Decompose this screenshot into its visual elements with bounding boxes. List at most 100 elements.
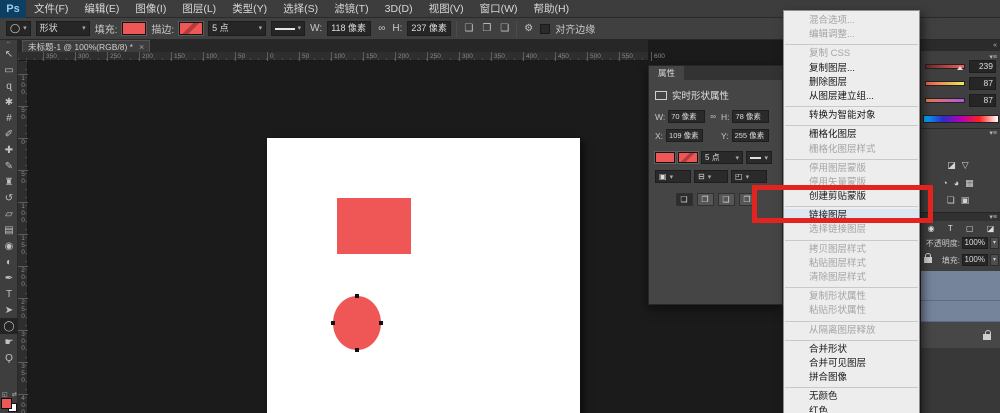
menu-filter[interactable]: 滤镜(T): [326, 0, 376, 18]
prop-stroke-width-select[interactable]: 5 点 ▾: [701, 151, 743, 164]
path-operations-icon[interactable]: ❏: [462, 23, 475, 34]
chevron-down-icon[interactable]: ▾: [990, 254, 999, 266]
blur-tool[interactable]: ◉: [0, 238, 18, 254]
menu-item-flatten-image[interactable]: 拼合图像: [784, 371, 919, 385]
align-edges-checkbox[interactable]: [540, 24, 550, 34]
type-tool-tool[interactable]: T: [0, 286, 18, 302]
layer-fill-field[interactable]: 100%: [962, 254, 988, 266]
exposure-icon[interactable]: ◔: [942, 178, 953, 188]
zoom-tool[interactable]: Ϙ: [0, 350, 18, 366]
anchor-left[interactable]: [331, 321, 335, 325]
menu-type[interactable]: 类型(Y): [224, 0, 275, 18]
menu-item-merge-shapes[interactable]: 合并形状: [784, 343, 919, 357]
red-rectangle-shape[interactable]: [337, 198, 411, 254]
link-wh-icon[interactable]: ∞: [708, 112, 718, 121]
green-value-field[interactable]: 87: [969, 77, 996, 90]
stroke-align-select[interactable]: ▣ ▾: [655, 170, 691, 183]
layer-row-ellipse-selected[interactable]: [921, 271, 1000, 301]
eraser-tool[interactable]: ▱: [0, 206, 18, 222]
menu-image[interactable]: 图像(I): [127, 0, 174, 18]
swap-colors-icon[interactable]: ⇄: [12, 392, 17, 398]
menu-3d[interactable]: 3D(D): [377, 0, 421, 18]
stroke-style-select[interactable]: ▾: [271, 21, 305, 36]
slider-handle[interactable]: [957, 66, 963, 70]
prop-stroke-style-select[interactable]: ▾: [746, 151, 772, 164]
channel-mixer-icon[interactable]: ▦: [965, 178, 980, 188]
prop-x-field[interactable]: 109 像素: [666, 129, 703, 142]
blue-slider[interactable]: [925, 98, 965, 103]
document-tab[interactable]: 未标题-1 @ 100%(RGB/8) * ×: [22, 40, 150, 52]
prop-w-field[interactable]: 70 像素: [668, 110, 705, 123]
close-icon[interactable]: ×: [139, 42, 144, 52]
menu-item-rasterize-layer[interactable]: 栅格化图层: [784, 128, 919, 142]
posterize-icon[interactable]: ❏: [947, 195, 961, 205]
pathfinder-subtract-button[interactable]: ❐: [697, 193, 714, 206]
anchor-bottom[interactable]: [355, 348, 359, 352]
quick-selection-tool[interactable]: ✱: [0, 94, 18, 110]
pathfinder-intersect-button[interactable]: ❑: [718, 193, 735, 206]
mask-icon[interactable]: ◪: [947, 160, 962, 170]
menu-item-convert-to-smart-object[interactable]: 转换为智能对象: [784, 109, 919, 123]
ellipse-tool[interactable]: ◯: [0, 318, 18, 334]
red-value-field[interactable]: 239: [969, 60, 996, 73]
red-slider[interactable]: [925, 64, 965, 69]
spot-healing-tool[interactable]: ✚: [0, 142, 18, 158]
foreground-color-swatch[interactable]: [1, 398, 12, 409]
path-alignment-icon[interactable]: ❐: [480, 23, 493, 34]
color-spectrum-ramp[interactable]: [923, 115, 999, 123]
menu-edit[interactable]: 编辑(E): [76, 0, 127, 18]
tab-properties[interactable]: 属性: [649, 66, 684, 80]
menu-help[interactable]: 帮助(H): [526, 0, 578, 18]
red-ellipse-shape[interactable]: [333, 296, 381, 350]
history-brush-tool[interactable]: ↺: [0, 190, 18, 206]
menu-layer[interactable]: 图层(L): [174, 0, 224, 18]
filter-shape-icon[interactable]: ▢: [966, 224, 974, 233]
crop-tool[interactable]: #: [0, 110, 18, 126]
layer-row-background[interactable]: [921, 322, 1000, 348]
tool-mode-select[interactable]: 形状 ▾: [36, 21, 90, 36]
stroke-corner-select[interactable]: ◰ ▾: [731, 170, 767, 183]
canvas-document[interactable]: [267, 138, 580, 413]
swatches-panel-menu-icon[interactable]: ▾≡: [921, 128, 1000, 138]
menu-item-delete-layer[interactable]: 删除图层: [784, 76, 919, 90]
stroke-width-select[interactable]: 5 点 ▾: [208, 21, 266, 36]
green-slider[interactable]: [925, 81, 965, 86]
pathfinder-new-layer-button[interactable]: ❏: [676, 193, 693, 206]
marquee-tool[interactable]: ▭: [0, 62, 18, 78]
filter-pixel-icon[interactable]: ◉: [928, 224, 935, 233]
menu-window[interactable]: 窗口(W): [472, 0, 526, 18]
stroke-cap-select[interactable]: ⊟ ▾: [694, 170, 728, 183]
prop-fill-swatch[interactable]: [655, 152, 675, 163]
curves-icon[interactable]: ▽: [962, 160, 975, 170]
lut-icon[interactable]: ▣: [961, 195, 976, 205]
menu-item-red[interactable]: 红色: [784, 405, 919, 413]
stroke-color-swatch[interactable]: [179, 22, 203, 35]
anchor-top[interactable]: [355, 294, 359, 298]
lasso-tool[interactable]: ɋ: [0, 78, 18, 94]
menu-item-merge-visible[interactable]: 合并可见图层: [784, 357, 919, 371]
dodge-tool[interactable]: ◐: [0, 254, 18, 270]
hand-tool[interactable]: ☛: [0, 334, 18, 350]
anchor-right[interactable]: [379, 321, 383, 325]
blue-value-field[interactable]: 87: [969, 94, 996, 107]
hue-icon[interactable]: ◕: [954, 178, 965, 188]
menu-item-group-from-layers[interactable]: 从图层建立组...: [784, 90, 919, 104]
chevron-down-icon[interactable]: ▾: [990, 237, 999, 249]
menu-view[interactable]: 视图(V): [421, 0, 472, 18]
brush-tool[interactable]: ✎: [0, 158, 18, 174]
menu-item-duplicate-layer[interactable]: 复制图层...: [784, 62, 919, 76]
collapse-panels-icon[interactable]: «: [921, 40, 1000, 51]
pen-tool[interactable]: ✒: [0, 270, 18, 286]
clone-stamp-tool[interactable]: ♜: [0, 174, 18, 190]
prop-y-field[interactable]: 255 像素: [732, 129, 769, 142]
path-selection-tool[interactable]: ➤: [0, 302, 18, 318]
eyedropper-tool[interactable]: ✐: [0, 126, 18, 142]
filter-smart-object-icon[interactable]: ◪: [987, 224, 995, 233]
prop-stroke-swatch[interactable]: [678, 152, 698, 163]
menu-file[interactable]: 文件(F): [26, 0, 76, 18]
link-dimensions-icon[interactable]: ∞: [376, 23, 387, 34]
tool-preset-picker[interactable]: ◯ ▾: [6, 21, 31, 36]
menu-item-no-color[interactable]: 无颜色: [784, 390, 919, 404]
layer-row-rectangle-selected[interactable]: [921, 301, 1000, 322]
path-arrangement-icon[interactable]: ❑: [498, 23, 511, 34]
